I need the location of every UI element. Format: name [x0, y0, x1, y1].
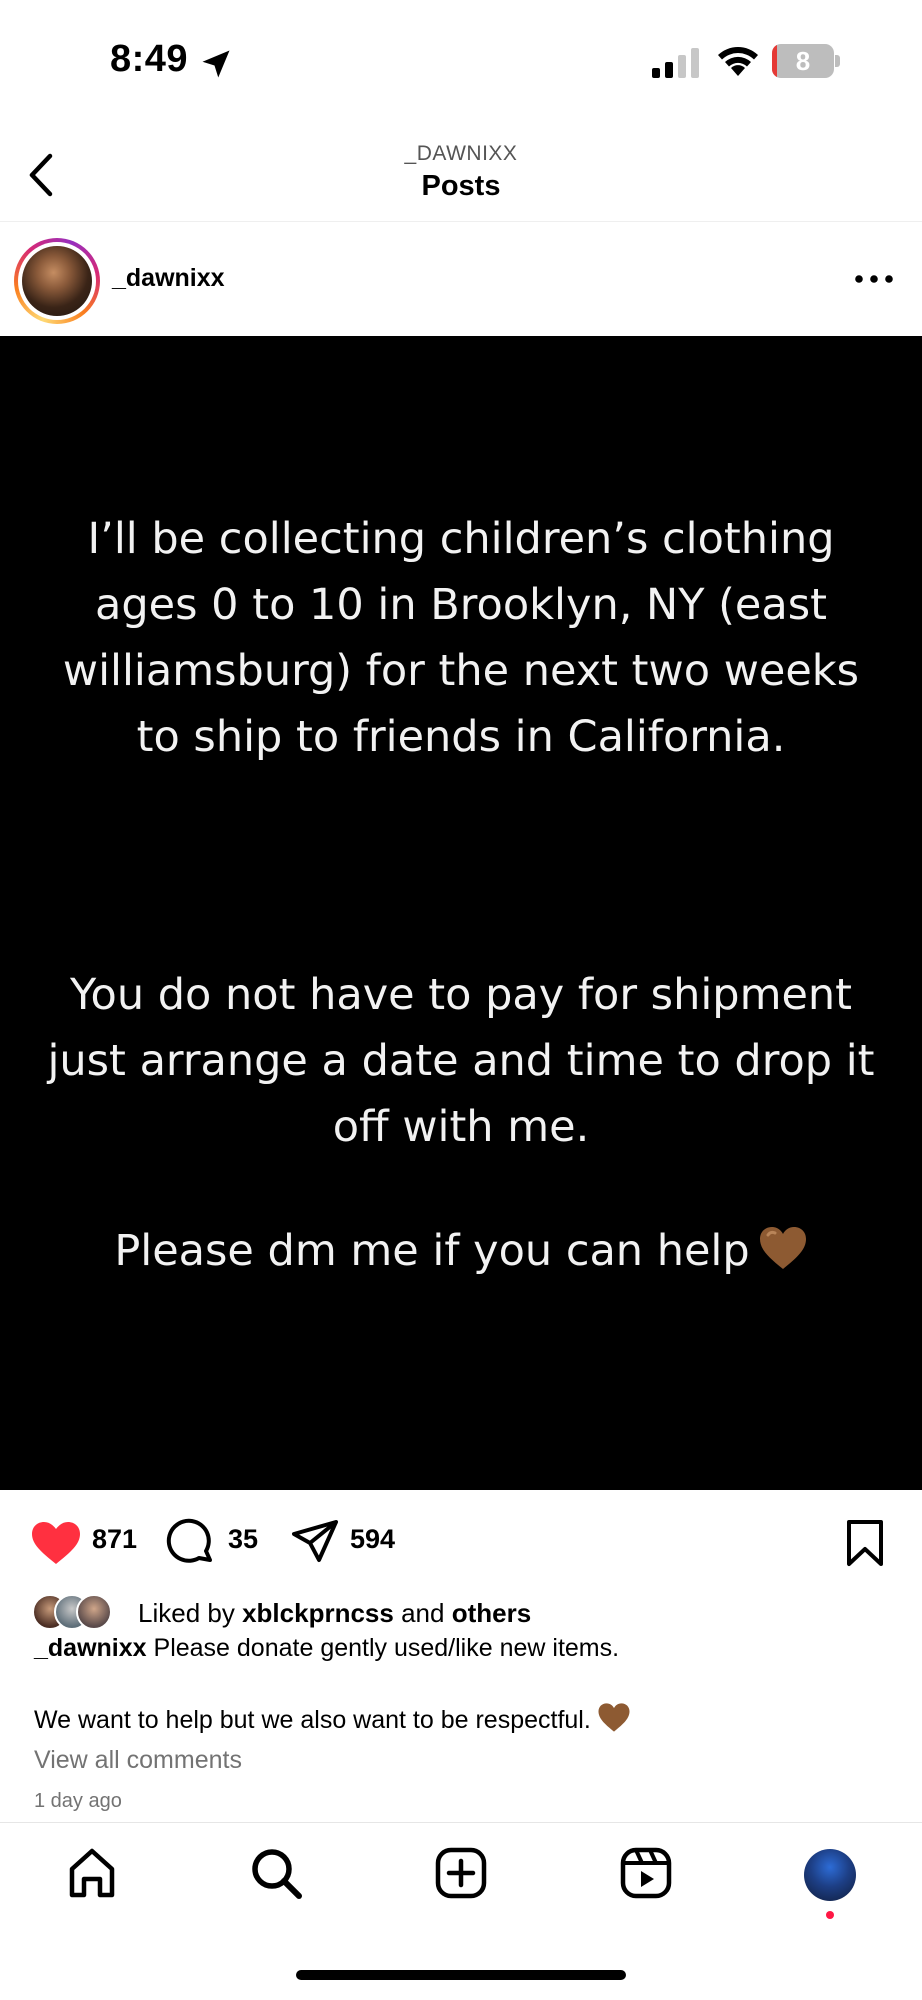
liked-by-conjunction: and: [401, 1598, 445, 1628]
caption: _dawnixx Please donate gently used/like …: [34, 1634, 894, 1663]
more-options-button[interactable]: [852, 266, 896, 292]
post-text-paragraph-3: Please dm me if you can help: [40, 1218, 882, 1284]
liked-by-others[interactable]: others: [452, 1598, 531, 1628]
post-text-paragraph-2: You do not have to pay for shipment just…: [47, 970, 875, 1152]
caption-second-line: We want to help but we also want to be r…: [34, 1702, 894, 1735]
post-timestamp: 1 day ago: [34, 1790, 122, 1812]
page-title: Posts: [421, 170, 501, 202]
liked-by-prefix: Liked by: [138, 1598, 235, 1628]
share-button[interactable]: [290, 1518, 340, 1568]
home-icon[interactable]: [64, 1845, 120, 1901]
search-icon[interactable]: [248, 1845, 304, 1901]
profile-avatar[interactable]: [804, 1849, 856, 1901]
status-time: 8:49: [110, 38, 189, 80]
battery-icon: 8: [772, 44, 840, 78]
caption-text-2: We want to help but we also want to be r…: [34, 1706, 591, 1734]
caption-username[interactable]: _dawnixx: [34, 1634, 147, 1662]
liked-by-text: Liked by xblckprncss and others: [138, 1598, 531, 1629]
nav-header: _DAWNIXX Posts: [0, 120, 922, 222]
comment-count[interactable]: 35: [228, 1524, 258, 1555]
post-image[interactable]: I’ll be collecting children’s clothing a…: [0, 336, 922, 1490]
post-text-paragraph-1: I’ll be collecting children’s clothing a…: [62, 514, 860, 762]
post-actions: 871 35 594: [0, 1490, 922, 1590]
post-text-paragraph-3-text: Please dm me if you can help: [114, 1226, 750, 1276]
profile-username-subtitle: _DAWNIXX: [404, 142, 518, 165]
view-all-comments-link[interactable]: View all comments: [34, 1746, 242, 1775]
brown-heart-icon: [759, 1227, 806, 1269]
liked-by-row[interactable]: Liked by xblckprncss and others: [32, 1592, 892, 1632]
bookmark-button[interactable]: [844, 1518, 886, 1568]
create-icon[interactable]: [433, 1845, 489, 1901]
bottom-tab-bar: [0, 1822, 922, 1922]
wifi-icon: [718, 47, 758, 76]
reels-icon[interactable]: [618, 1845, 674, 1901]
post-header: _dawnixx: [0, 222, 922, 336]
caption-text: Please donate gently used/like new items…: [153, 1634, 620, 1662]
liker-avatar: [76, 1594, 112, 1630]
brown-heart-icon: [598, 1703, 630, 1732]
post-username[interactable]: _dawnixx: [112, 264, 225, 293]
story-avatar[interactable]: [14, 238, 100, 324]
like-button[interactable]: [30, 1518, 82, 1568]
share-count[interactable]: 594: [350, 1524, 395, 1555]
liked-by-user[interactable]: xblckprncss: [242, 1598, 394, 1628]
avatar: [22, 246, 92, 316]
like-count[interactable]: 871: [92, 1524, 137, 1555]
location-arrow-icon: [202, 50, 230, 78]
notification-dot: [826, 1911, 834, 1919]
comment-button[interactable]: [166, 1518, 216, 1568]
battery-level: 8: [795, 46, 811, 76]
status-bar: 8:49 8: [0, 0, 922, 120]
cellular-signal-icon: [652, 48, 699, 78]
home-indicator: [296, 1970, 626, 1980]
